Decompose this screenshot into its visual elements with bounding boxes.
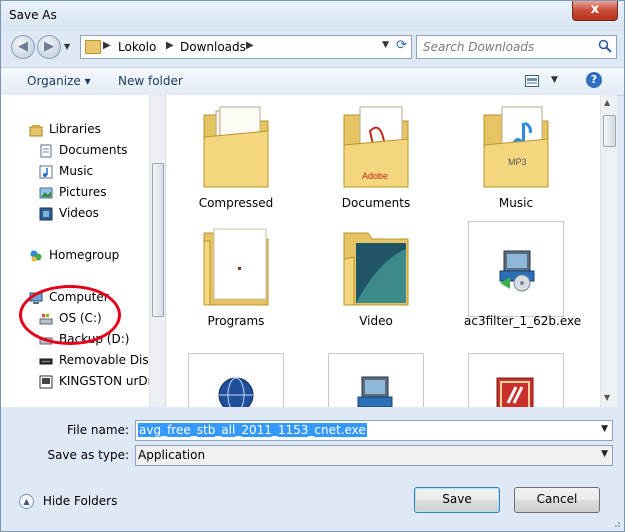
documents-icon (40, 144, 52, 158)
organize-button[interactable]: Organize ▾ (27, 74, 91, 88)
help-icon[interactable]: ? (586, 72, 602, 88)
computer-icon (29, 292, 43, 304)
refresh-icon[interactable]: ⟳ (396, 38, 407, 53)
sidebar-item-label: Removable Disk ( (59, 353, 149, 367)
breadcrumb-downloads[interactable]: Downloads (180, 40, 246, 54)
sidebar-item-label: Computer (49, 290, 109, 304)
filename-value: avg_free_stb_all_2011_1153_cnet.exe (138, 423, 367, 437)
file-list: Compressed Adobe Documents MP3 Music Pro… (165, 95, 600, 407)
sidebar-item-label: Videos (59, 206, 99, 220)
title-bar: Save As x (1, 1, 624, 31)
save-as-type-value: Application (138, 448, 206, 462)
sidebar-item-label: Backup (D:) (59, 332, 130, 346)
filename-dropdown-icon[interactable]: ▼ (601, 424, 608, 434)
breadcrumb-lokolo[interactable]: Lokolo (118, 40, 156, 54)
sidebar-item-label: Pictures (59, 185, 107, 199)
address-history-dropdown[interactable]: ▼ (382, 40, 389, 50)
file-item-documents[interactable]: Adobe Documents (328, 101, 424, 210)
red-app-icon (496, 377, 534, 407)
sidebar-item-label: Libraries (49, 122, 101, 136)
search-icon[interactable] (598, 39, 612, 53)
file-item-label: Video (359, 314, 393, 328)
chevron-down-icon[interactable]: ▼ (601, 449, 608, 459)
command-toolbar: Organize ▾ New folder ▼ ? (1, 67, 624, 96)
close-button[interactable]: x (572, 1, 618, 21)
navigation-pane-scrollbar[interactable] (149, 95, 165, 407)
homegroup-icon (30, 250, 42, 262)
libraries-icon (29, 125, 43, 137)
file-item-label: Compressed (198, 196, 274, 210)
drive-icon (39, 314, 53, 325)
sidebar-item-label: Music (59, 164, 94, 178)
view-options-dropdown[interactable]: ▼ (551, 75, 558, 85)
new-folder-button[interactable]: New folder (118, 74, 183, 88)
navigation-row: ◀ ▶ ▼ ▶ Lokolo ▶ Downloads ▶ ▼ ⟳ Search … (1, 31, 624, 63)
folder-icon (203, 228, 269, 306)
file-item-video[interactable]: Video (328, 219, 424, 328)
resize-grip-icon[interactable] (611, 518, 621, 528)
file-item-label: ac3filter_1_62b.exe (464, 314, 582, 328)
file-list-scrollbar[interactable]: ▲ ▼ (600, 95, 617, 407)
file-item-installer[interactable] (328, 353, 424, 407)
address-bar[interactable]: ▶ Lokolo ▶ Downloads ▶ ▼ ⟳ (80, 35, 412, 59)
folder-icon (85, 40, 101, 54)
sidebar-item-label: Homegroup (49, 248, 120, 262)
file-item-label: Documents (341, 196, 411, 210)
file-item-label: Programs (207, 314, 265, 328)
removable-disk-icon (39, 358, 53, 365)
back-button[interactable]: ◀ (11, 35, 35, 59)
folder-video-icon (343, 232, 409, 306)
usb-drive-icon (39, 375, 53, 389)
save-as-type-select[interactable]: Application ▼ (135, 445, 613, 466)
search-input[interactable]: Search Downloads (416, 35, 617, 59)
breadcrumb-arrow-icon[interactable]: ▶ (166, 40, 174, 51)
file-item-compressed[interactable]: Compressed (188, 101, 284, 210)
folder-music-icon: MP3 (483, 106, 549, 188)
save-button[interactable]: Save (414, 487, 500, 513)
collapse-arrow-icon: ▲ (19, 494, 34, 509)
scroll-up-icon[interactable]: ▲ (604, 98, 610, 107)
forward-button[interactable]: ▶ (37, 35, 61, 59)
hide-folders-button[interactable]: ▲ Hide Folders (19, 494, 117, 509)
file-item-globe-installer[interactable] (188, 353, 284, 407)
hide-folders-label: Hide Folders (42, 494, 118, 508)
filename-label: File name: (67, 423, 129, 437)
drive-icon (39, 337, 53, 345)
mp3-badge: MP3 (508, 157, 527, 167)
search-placeholder: Search Downloads (423, 40, 535, 54)
file-item-ac3filter[interactable]: ac3filter_1_62b.exe (464, 219, 581, 328)
recent-pages-dropdown[interactable]: ▼ (64, 42, 70, 51)
folder-pdf-icon: Adobe (343, 106, 409, 188)
file-item-label: Music (498, 196, 534, 210)
cancel-button[interactable]: Cancel (514, 487, 600, 513)
filename-input[interactable]: avg_free_stb_all_2011_1153_cnet.exe ▼ (135, 420, 613, 441)
music-icon (39, 165, 53, 179)
sidebar-item-label: Documents (59, 143, 128, 157)
scrollbar-thumb[interactable] (603, 115, 616, 147)
file-item-red-app[interactable] (468, 353, 564, 407)
save-as-type-label: Save as type: (47, 448, 129, 462)
breadcrumb-arrow-icon[interactable]: ▶ (246, 40, 254, 51)
window-title: Save As (9, 8, 57, 22)
sidebar-item-label: OS (C:) (59, 311, 102, 325)
globe-installer-icon (218, 377, 254, 407)
save-as-dialog: Save As x ◀ ▶ ▼ ▶ Lokolo ▶ Downloads ▶ ▼… (0, 0, 625, 532)
scroll-down-icon[interactable]: ▼ (604, 393, 610, 402)
videos-icon (39, 207, 53, 221)
sidebar-item-label: KINGSTON urDriv (59, 374, 149, 388)
installer-icon (357, 376, 393, 407)
file-item-music[interactable]: MP3 Music (468, 101, 564, 210)
change-view-icon[interactable] (525, 75, 539, 87)
folder-icon (203, 106, 269, 188)
breadcrumb-arrow-icon[interactable]: ▶ (103, 40, 111, 51)
adobe-badge: Adobe (362, 171, 388, 181)
file-item-programs[interactable]: Programs (188, 219, 284, 328)
navigation-pane: Libraries Documents Music Pictures Video… (1, 95, 149, 407)
installer-icon (499, 250, 535, 292)
scrollbar-thumb[interactable] (152, 163, 164, 317)
pictures-icon (39, 187, 53, 199)
